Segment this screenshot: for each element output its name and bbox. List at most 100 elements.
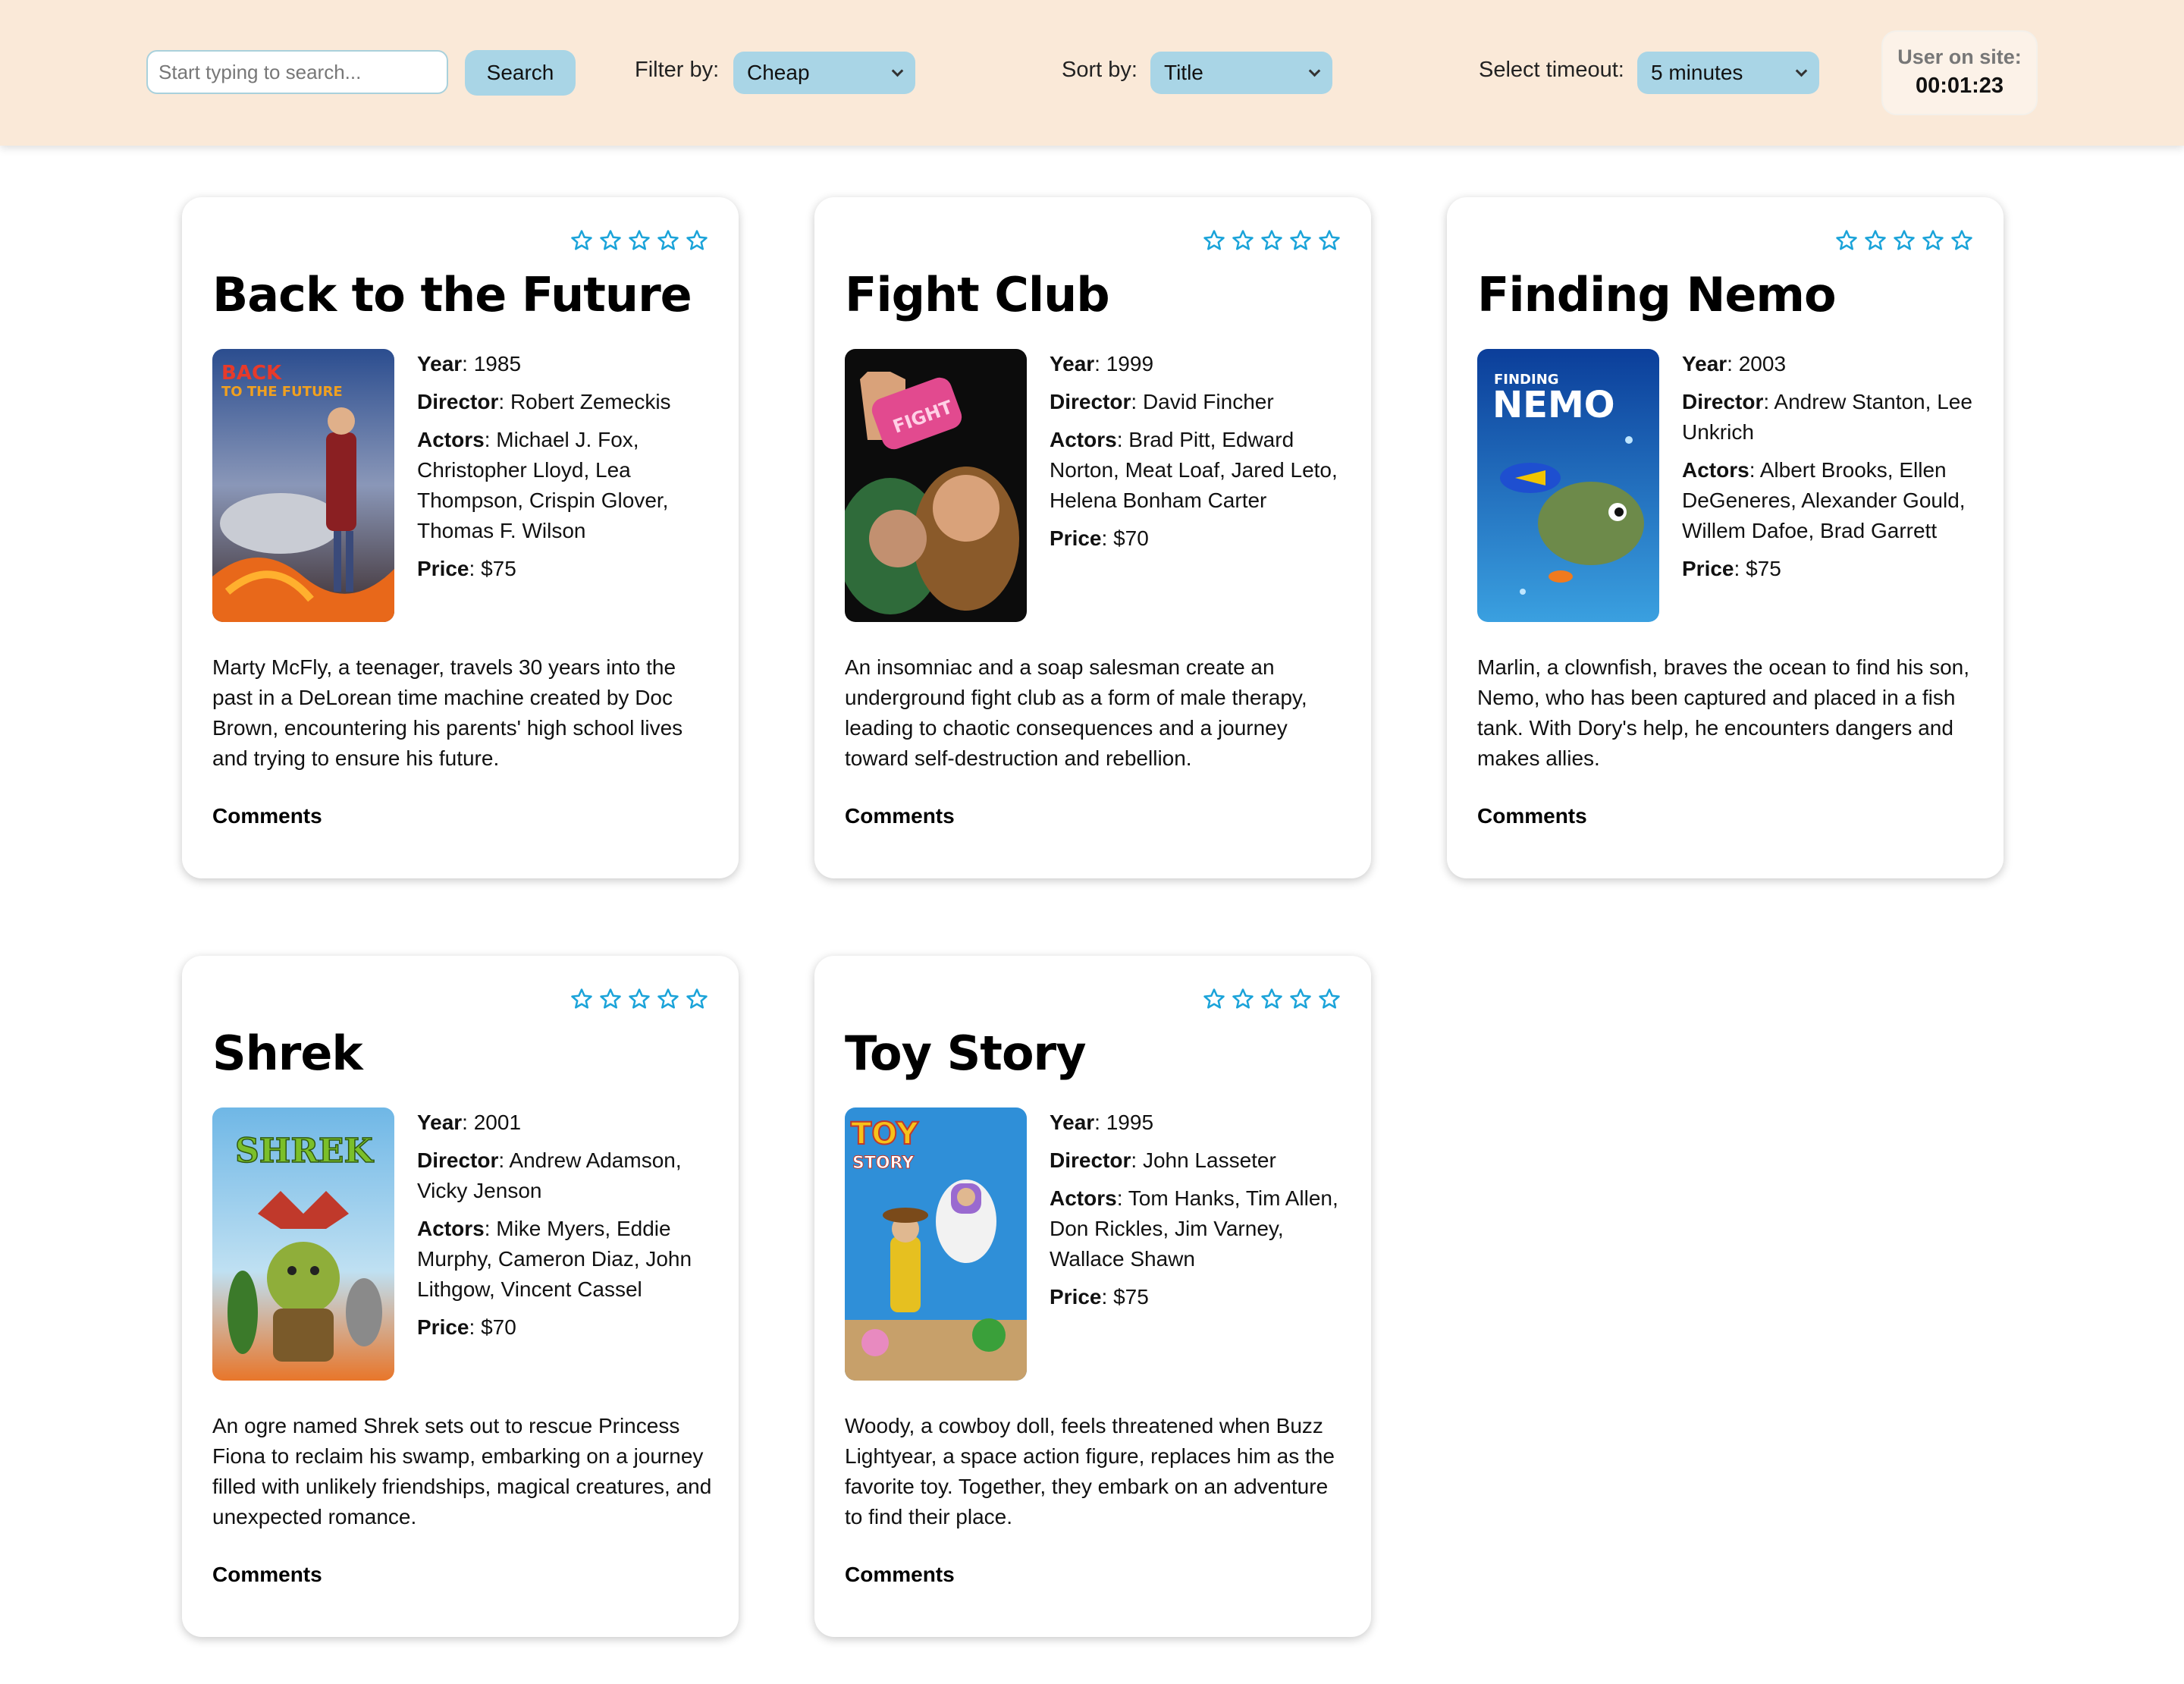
search-button[interactable]: Search (465, 50, 576, 96)
timeout-select[interactable]: 5 minutes (1637, 52, 1819, 94)
star-outline-icon[interactable] (570, 229, 593, 252)
star-rating (1203, 988, 1341, 1010)
star-outline-icon[interactable] (628, 229, 651, 252)
top-toolbar: Search Filter by: Cheap Sort by: Title S… (0, 0, 2184, 146)
director-row: Director: Robert Zemeckis (417, 390, 671, 413)
star-outline-icon[interactable] (1835, 229, 1858, 252)
director-row: Director: John Lasseter (1050, 1148, 1276, 1172)
director-value: David Fincher (1142, 390, 1274, 413)
star-outline-icon[interactable] (657, 988, 679, 1010)
timer-label: User on site: (1897, 46, 2022, 68)
year-label: Year (1050, 352, 1095, 375)
movie-description: An insomniac and a soap salesman create … (845, 655, 1307, 770)
star-outline-icon[interactable] (599, 229, 622, 252)
year-value: 1985 (473, 352, 522, 375)
director-row: Director: Andrew Adamson, Vicky Jenson (417, 1148, 682, 1202)
star-rating (570, 229, 708, 252)
filter-select[interactable]: Cheap (733, 52, 915, 94)
actors-row: Actors: Michael J. Fox, Christopher Lloy… (417, 428, 669, 542)
filter-label: Filter by: (635, 58, 720, 82)
star-outline-icon[interactable] (1232, 229, 1254, 252)
star-outline-icon[interactable] (686, 229, 708, 252)
movie-info: Year: 2003 Director: Andrew Stanton, Lee… (1682, 349, 1978, 592)
star-outline-icon[interactable] (628, 988, 651, 1010)
star-outline-icon[interactable] (1203, 988, 1225, 1010)
movie-title: Finding Nemo (1477, 267, 1837, 322)
year-value: 1995 (1106, 1111, 1154, 1134)
year-row: Year: 2001 (417, 1111, 522, 1134)
year-row: Year: 1985 (417, 352, 522, 375)
movie-description: Marlin, a clownfish, braves the ocean to… (1477, 655, 1970, 770)
star-outline-icon[interactable] (1318, 988, 1341, 1010)
star-outline-icon[interactable] (1289, 229, 1312, 252)
price-value: $70 (481, 1315, 516, 1339)
star-outline-icon[interactable] (1260, 229, 1283, 252)
star-outline-icon[interactable] (1893, 229, 1916, 252)
movie-title: Toy Story (845, 1026, 1087, 1081)
chevron-down-icon (1308, 64, 1321, 77)
movie-card: Shrek SHREK Year: 2001 Director: Andrew … (182, 956, 739, 1637)
price-row: Price: $70 (1050, 526, 1149, 550)
actors-label: Actors (1050, 428, 1117, 451)
director-label: Director (1682, 390, 1764, 413)
star-outline-icon[interactable] (657, 229, 679, 252)
chevron-down-icon (891, 64, 904, 77)
star-outline-icon[interactable] (1203, 229, 1225, 252)
director-row: Director: Andrew Stanton, Lee Unkrich (1682, 390, 1972, 444)
price-label: Price (417, 557, 469, 580)
svg-text:TO THE FUTURE: TO THE FUTURE (221, 384, 343, 400)
chevron-down-icon (1795, 64, 1808, 77)
star-rating (1203, 229, 1341, 252)
price-row: Price: $70 (417, 1315, 516, 1339)
comments-link[interactable]: Comments (1477, 804, 1587, 828)
year-row: Year: 1995 (1050, 1111, 1154, 1134)
comments-link[interactable]: Comments (845, 1563, 955, 1587)
director-label: Director (1050, 390, 1131, 413)
actors-label: Actors (1682, 458, 1749, 482)
star-outline-icon[interactable] (1289, 988, 1312, 1010)
star-outline-icon[interactable] (1260, 988, 1283, 1010)
movie-card: Back to the Future BACK TO THE FUTURE Ye… (182, 197, 739, 878)
star-outline-icon[interactable] (1950, 229, 1973, 252)
price-value: $75 (1113, 1285, 1149, 1309)
actors-label: Actors (1050, 1186, 1117, 1210)
search-input[interactable] (146, 50, 448, 94)
comments-link[interactable]: Comments (845, 804, 955, 828)
movie-description: Woody, a cowboy doll, feels threatened w… (845, 1414, 1335, 1528)
year-row: Year: 1999 (1050, 352, 1154, 375)
movie-title: Fight Club (845, 267, 1110, 322)
svg-text:STORY: STORY (852, 1154, 915, 1173)
actors-label: Actors (417, 428, 485, 451)
star-rating (1835, 229, 1973, 252)
sort-label: Sort by: (1062, 58, 1138, 82)
price-label: Price (417, 1315, 469, 1339)
movie-poster: BACK TO THE FUTURE (212, 349, 394, 622)
star-outline-icon[interactable] (1318, 229, 1341, 252)
star-outline-icon[interactable] (686, 988, 708, 1010)
director-label: Director (417, 1148, 499, 1172)
price-row: Price: $75 (417, 557, 516, 580)
movie-description: Marty McFly, a teenager, travels 30 year… (212, 655, 683, 770)
actors-label: Actors (417, 1217, 485, 1240)
director-label: Director (417, 390, 499, 413)
comments-link[interactable]: Comments (212, 804, 322, 828)
director-label: Director (1050, 1148, 1131, 1172)
star-outline-icon[interactable] (1232, 988, 1254, 1010)
comments-link[interactable]: Comments (212, 1563, 322, 1587)
star-outline-icon[interactable] (1922, 229, 1944, 252)
director-row: Director: David Fincher (1050, 390, 1274, 413)
actors-row: Actors: Tom Hanks, Tim Allen, Don Rickle… (1050, 1186, 1338, 1271)
movie-card: Finding Nemo FINDING NEMO Year: 2003 Dir… (1447, 197, 2004, 878)
movie-info: Year: 1999 Director: David Fincher Actor… (1050, 349, 1345, 561)
actors-row: Actors: Albert Brooks, Ellen DeGeneres, … (1682, 458, 1966, 542)
star-rating (570, 988, 708, 1010)
star-outline-icon[interactable] (1864, 229, 1887, 252)
year-label: Year (417, 352, 463, 375)
star-outline-icon[interactable] (599, 988, 622, 1010)
movie-info: Year: 2001 Director: Andrew Adamson, Vic… (417, 1107, 713, 1350)
star-outline-icon[interactable] (570, 988, 593, 1010)
sort-select[interactable]: Title (1150, 52, 1332, 94)
year-label: Year (417, 1111, 463, 1134)
price-label: Price (1050, 1285, 1102, 1309)
director-value: Robert Zemeckis (510, 390, 671, 413)
